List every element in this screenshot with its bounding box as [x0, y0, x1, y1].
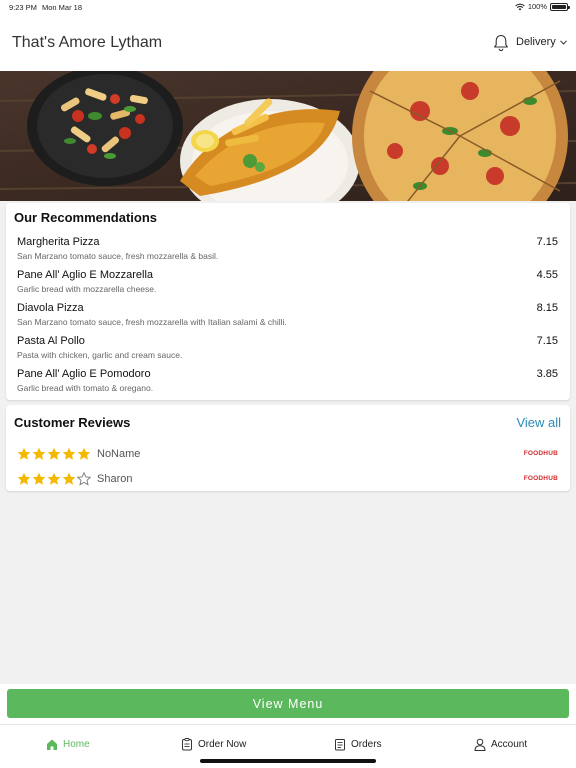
recommendation-item[interactable]: Pasta Al Pollo Pasta with chicken, garli… [17, 335, 558, 367]
recommendation-item[interactable]: Pane All' Aglio E Pomodoro Garlic bread … [17, 368, 558, 400]
restaurant-title: That's Amore Lytham [12, 34, 163, 51]
item-name: Pane All' Aglio E Pomodoro [17, 368, 151, 380]
item-price: 7.15 [536, 236, 558, 248]
item-price: 7.15 [536, 335, 558, 347]
status-date: Mon Mar 18 [42, 3, 83, 12]
recommendations-title: Our Recommendations [14, 210, 158, 225]
star-rating [17, 472, 91, 486]
item-name: Pane All' Aglio E Mozzarella [17, 269, 154, 281]
item-name: Diavola Pizza [17, 302, 84, 314]
tab-label: Account [491, 738, 528, 750]
recommendation-item[interactable]: Diavola Pizza San Marzano tomato sauce, … [17, 302, 558, 334]
status-right: 100% [515, 2, 570, 11]
tab-order-now[interactable]: Order Now [181, 736, 246, 752]
orders-icon [335, 738, 345, 750]
reviews-title: Customer Reviews [14, 415, 131, 430]
status-time: 9:23 PM [9, 3, 37, 12]
recommendations-card: Our Recommendations Margherita Pizza San… [6, 203, 570, 400]
delivery-label: Delivery [516, 36, 556, 48]
item-name: Margherita Pizza [17, 236, 100, 248]
star-filled-icon [32, 472, 46, 485]
hero-food-image [0, 71, 576, 201]
recommendation-item[interactable]: Pane All' Aglio E Mozzarella Garlic brea… [17, 269, 558, 301]
star-filled-icon [47, 447, 61, 460]
review-row: NoName FOODHUB [17, 446, 558, 464]
item-description: Garlic bread with tomato & oregano. [17, 383, 154, 393]
battery-percent: 100% [527, 2, 547, 11]
customer-reviews-card: Customer Reviews View all NoName FOODHUB… [6, 405, 570, 491]
view-menu-button[interactable]: View Menu [7, 689, 569, 718]
star-filled-icon [17, 472, 31, 485]
star-filled-icon [77, 447, 91, 460]
reviewer-name: Sharon [97, 473, 133, 485]
account-icon [474, 738, 486, 751]
star-filled-icon [32, 447, 46, 460]
tab-account[interactable]: Account [474, 736, 527, 752]
item-description: Garlic bread with mozzarella cheese. [17, 284, 157, 294]
star-filled-icon [47, 472, 61, 485]
bell-icon[interactable] [493, 34, 509, 52]
home-icon [47, 739, 57, 750]
item-price: 8.15 [536, 302, 558, 314]
foodhub-logo: FOODHUB [523, 475, 558, 482]
star-filled-icon [17, 447, 31, 460]
battery-icon [550, 2, 570, 11]
item-price: 3.85 [536, 368, 558, 380]
view-all-link[interactable]: View all [516, 415, 561, 430]
reviewer-name: NoName [97, 448, 141, 460]
order-icon [182, 737, 192, 750]
tab-label: Home [63, 738, 90, 750]
recommendation-item[interactable]: Margherita Pizza San Marzano tomato sauc… [17, 236, 558, 268]
tab-bar-divider [0, 724, 576, 725]
item-price: 4.55 [536, 269, 558, 281]
star-empty-icon [77, 472, 91, 486]
tab-label: Order Now [198, 738, 247, 750]
star-filled-icon [62, 472, 76, 485]
delivery-selector[interactable]: Delivery [516, 36, 567, 48]
app-header: That's Amore Lytham Delivery [0, 14, 576, 71]
item-description: San Marzano tomato sauce, fresh mozzarel… [17, 251, 219, 261]
tab-orders[interactable]: Orders [334, 736, 382, 752]
star-filled-icon [62, 447, 76, 460]
item-name: Pasta Al Pollo [17, 335, 85, 347]
home-indicator [200, 759, 376, 763]
status-bar: 9:23 PM Mon Mar 18 100% [0, 0, 576, 14]
review-row: Sharon FOODHUB [17, 471, 558, 489]
chevron-down-icon [559, 39, 567, 45]
item-description: San Marzano tomato sauce, fresh mozzarel… [17, 317, 287, 327]
tab-home[interactable]: Home [46, 736, 90, 752]
hero-banner [0, 71, 576, 201]
wifi-icon [515, 3, 525, 10]
item-description: Pasta with chicken, garlic and cream sau… [17, 350, 183, 360]
foodhub-logo: FOODHUB [523, 450, 558, 457]
star-rating [17, 447, 91, 461]
tab-label: Orders [351, 738, 382, 750]
